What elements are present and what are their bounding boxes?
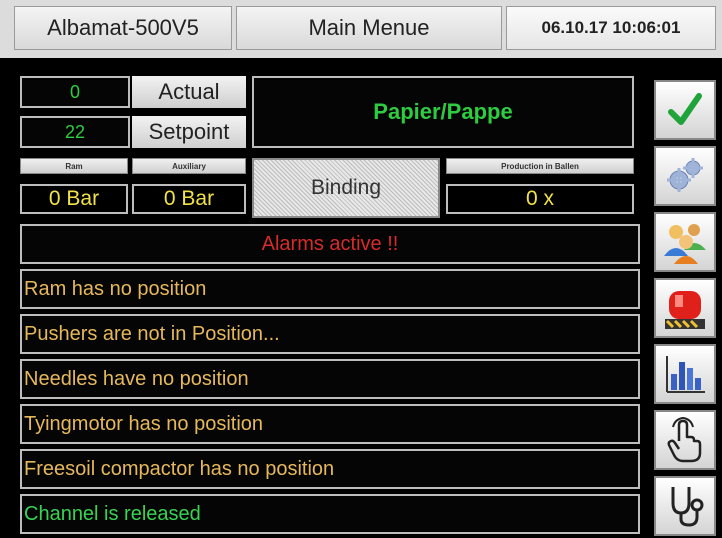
statistics-icon bbox=[666, 356, 705, 393]
page-title: Main Menue bbox=[236, 6, 502, 50]
actual-count-value: 0 bbox=[20, 76, 130, 108]
statistics-button[interactable] bbox=[654, 344, 716, 404]
alarm-light-icon bbox=[665, 291, 705, 329]
ram-pressure-value: 0 Bar bbox=[20, 184, 128, 214]
sidebar-nav bbox=[648, 68, 722, 538]
checkmark-icon bbox=[668, 93, 702, 125]
users-button[interactable] bbox=[654, 212, 716, 272]
alarm-header: Alarms active !! bbox=[20, 224, 640, 264]
gears-icon bbox=[667, 158, 703, 192]
datetime-display: 06.10.17 10:06:01 bbox=[506, 6, 716, 50]
message-row: Freesoil compactor has no position bbox=[20, 449, 640, 489]
diagnosis-button[interactable] bbox=[654, 476, 716, 536]
message-row: Pushers are not in Position... bbox=[20, 314, 640, 354]
material-display[interactable]: Papier/Pappe bbox=[252, 76, 634, 148]
main-panel: 0 Actual 22 Setpoint Papier/Pappe Ram 0 … bbox=[14, 68, 640, 536]
users-icon bbox=[664, 224, 706, 264]
hand-pointer-icon bbox=[667, 417, 702, 463]
alarm-button[interactable] bbox=[654, 278, 716, 338]
stethoscope-icon bbox=[671, 487, 704, 527]
aux-pressure-value: 0 Bar bbox=[132, 184, 246, 214]
message-row: Ram has no position bbox=[20, 269, 640, 309]
ram-pressure-label: Ram bbox=[20, 158, 128, 174]
settings-button[interactable] bbox=[654, 146, 716, 206]
confirm-button[interactable] bbox=[654, 80, 716, 140]
message-row: Tyingmotor has no position bbox=[20, 404, 640, 444]
header-bar: Albamat-500V5 Main Menue 06.10.17 10:06:… bbox=[0, 0, 722, 58]
production-label: Production in Ballen bbox=[446, 158, 634, 174]
setpoint-value[interactable]: 22 bbox=[20, 116, 130, 148]
aux-pressure-label: Auxiliary bbox=[132, 158, 246, 174]
setpoint-label: Setpoint bbox=[132, 116, 246, 148]
message-row: Needles have no position bbox=[20, 359, 640, 399]
app-name: Albamat-500V5 bbox=[14, 6, 232, 50]
binding-button[interactable]: Binding bbox=[252, 158, 440, 218]
actual-label: Actual bbox=[132, 76, 246, 108]
status-row: Channel is released bbox=[20, 494, 640, 534]
production-value: 0 x bbox=[446, 184, 634, 214]
manual-mode-button[interactable] bbox=[654, 410, 716, 470]
